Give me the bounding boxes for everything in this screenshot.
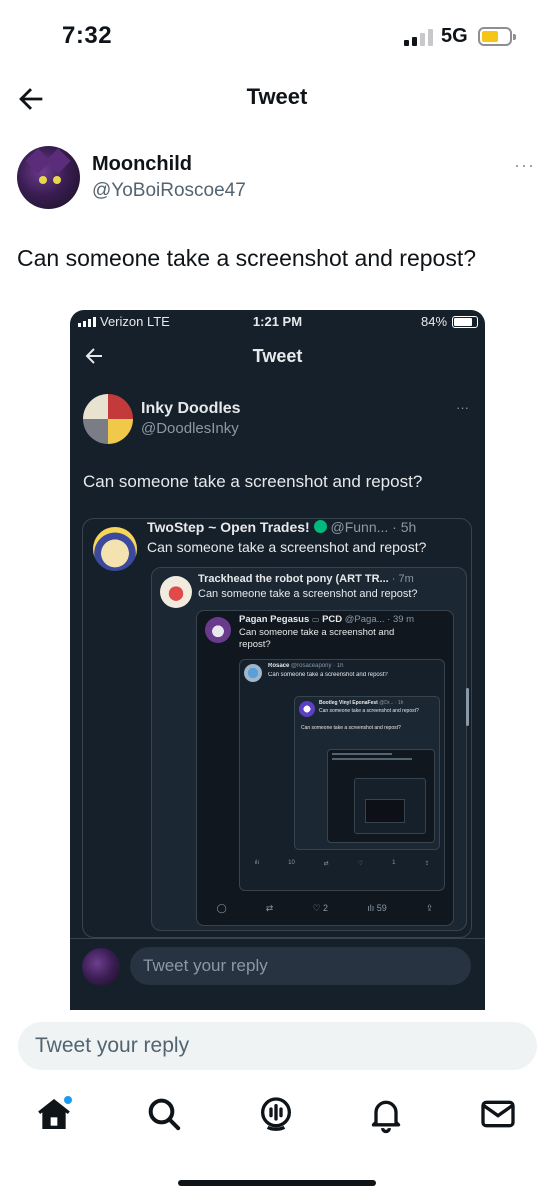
quote-avatar bbox=[205, 617, 231, 643]
flag-icon: ▭ bbox=[311, 615, 320, 624]
image-reply-input: Tweet your reply bbox=[130, 947, 471, 985]
nested-actions: ılı 10 ⇄ ♡ 1 ⇪ bbox=[240, 860, 444, 867]
views-count: 59 bbox=[376, 903, 387, 913]
quote-text: Can someone take a screenshot and repost… bbox=[268, 672, 388, 678]
image-battery-icon bbox=[452, 316, 478, 328]
quote-name: TwoStep ~ Open Trades! bbox=[147, 519, 310, 535]
tweet-text: Can someone take a screenshot and repost… bbox=[17, 245, 477, 271]
nav-search[interactable] bbox=[144, 1094, 188, 1138]
image-battery-percent: 84% bbox=[421, 314, 448, 329]
quote-meta: @Paga... · 39 m bbox=[344, 614, 415, 625]
quote-avatar bbox=[244, 664, 262, 682]
image-author-avatar bbox=[83, 394, 133, 444]
like-icon: ♡ 2 bbox=[312, 903, 329, 913]
page-title: Tweet bbox=[246, 84, 308, 109]
notifications-icon bbox=[371, 1100, 401, 1134]
nested-quote-2: Trackhead the robot pony (ART TR... · 7m… bbox=[151, 567, 467, 931]
status-time: 7:32 bbox=[62, 22, 113, 49]
network-label: 5G bbox=[441, 25, 468, 47]
author-name[interactable]: Moonchild bbox=[92, 153, 192, 176]
nav-notifications[interactable] bbox=[366, 1094, 410, 1138]
nested-image bbox=[365, 799, 405, 823]
quote-caption: Can someone take a screenshot and repost… bbox=[301, 725, 401, 731]
quote-avatar bbox=[160, 576, 192, 608]
signal-icon bbox=[404, 28, 433, 46]
image-reply-avatar bbox=[82, 948, 120, 986]
quote-avatar bbox=[299, 701, 315, 717]
nested-quote-3: Pagan Pegasus ▭ PCD @Paga... · 39 m Can … bbox=[196, 610, 454, 926]
quote-meta: · 7m bbox=[391, 573, 414, 585]
status-bar: 7:32 5G bbox=[0, 0, 554, 70]
quote-name: Rosace bbox=[268, 663, 290, 669]
quote-actions: ◯ ⇄ ♡ 2 ılı 59 ⇪ bbox=[197, 903, 453, 914]
image-scrollbar bbox=[466, 688, 469, 726]
quote-extra: EponaFest bbox=[352, 700, 378, 706]
share-icon: ⇪ bbox=[425, 903, 434, 913]
tweet-author: Moonchild @YoBoiRoscoe47 ··· bbox=[17, 145, 537, 211]
green-circle-icon bbox=[313, 520, 327, 533]
like-icon: ♡ bbox=[357, 861, 364, 867]
nested-quote-4: Rosace @rosaceapony · 1h Can someone tak… bbox=[239, 659, 445, 891]
search-icon bbox=[148, 1098, 181, 1131]
retweet-icon: ⇄ bbox=[323, 861, 329, 867]
share-icon: ⇪ bbox=[424, 861, 430, 867]
views-count: 10 bbox=[288, 860, 295, 866]
views-icon: ılı 59 bbox=[367, 903, 387, 913]
retweet-icon: ⇄ bbox=[265, 903, 274, 913]
spaces-icon bbox=[261, 1097, 291, 1131]
quote-name: Trackhead the robot pony (ART TR... bbox=[198, 573, 389, 585]
more-options-icon[interactable]: ··· bbox=[514, 155, 535, 176]
like-count: 2 bbox=[323, 903, 329, 913]
header: Tweet bbox=[0, 70, 554, 130]
quote-text: Can someone take a screenshot and repost… bbox=[147, 539, 427, 555]
image-more-icon: ··· bbox=[456, 400, 469, 415]
quote-text: Can someone take a screenshot and repost… bbox=[198, 588, 418, 600]
nested-quote-7 bbox=[354, 778, 426, 834]
nav-home[interactable] bbox=[34, 1094, 78, 1138]
author-handle[interactable]: @YoBoiRoscoe47 bbox=[92, 180, 246, 202]
battery-icon bbox=[478, 27, 516, 46]
quote-meta: @Dr... · 1h bbox=[379, 700, 404, 706]
notification-dot bbox=[64, 1096, 72, 1104]
bottom-nav bbox=[0, 1094, 554, 1144]
image-header-title: Tweet bbox=[252, 346, 303, 366]
avatar[interactable] bbox=[17, 146, 80, 209]
nav-messages[interactable] bbox=[478, 1094, 522, 1138]
tweet-image[interactable]: Verizon LTE 1:21 PM 84% Tweet Inky Doodl… bbox=[70, 310, 485, 1010]
text-placeholder bbox=[332, 758, 412, 760]
quoted-tweet: TwoStep ~ Open Trades! @Funn... · 5h Can… bbox=[82, 518, 472, 938]
quote-meta: @rosaceapony · 1h bbox=[291, 663, 344, 669]
nav-spaces[interactable] bbox=[256, 1094, 300, 1138]
messages-icon bbox=[481, 1100, 515, 1128]
home-indicator[interactable] bbox=[178, 1180, 376, 1186]
reply-input[interactable]: Tweet your reply bbox=[18, 1022, 537, 1070]
image-author-handle: @DoodlesInky bbox=[141, 420, 239, 437]
image-status-bar: Verizon LTE 1:21 PM 84% bbox=[70, 310, 485, 334]
quote-name: Pagan Pegasus bbox=[239, 614, 310, 625]
quote-text: Can someone take a screenshot and repost… bbox=[239, 627, 395, 650]
quote-name: Bootleg Vinyl bbox=[319, 700, 351, 706]
likes-count: 1 bbox=[392, 860, 396, 866]
views-icon: ılı bbox=[254, 860, 260, 866]
image-tweet-text: Can someone take a screenshot and repost… bbox=[83, 472, 423, 491]
quote-meta: @Funn... · 5h bbox=[330, 519, 417, 535]
nested-quote-5: Bootleg Vinyl EponaFest @Dr... · 1h Can … bbox=[294, 696, 440, 850]
reply-icon: ◯ bbox=[216, 903, 227, 913]
image-reply-bar: Tweet your reply bbox=[70, 938, 485, 1010]
text-placeholder bbox=[332, 753, 392, 755]
quote-text: Can someone take a screenshot and repost… bbox=[319, 708, 419, 714]
image-author-name: Inky Doodles bbox=[141, 400, 241, 417]
quote-avatar bbox=[93, 527, 137, 571]
quote-flag: PCD bbox=[322, 614, 343, 625]
nested-quote-6 bbox=[327, 749, 435, 843]
